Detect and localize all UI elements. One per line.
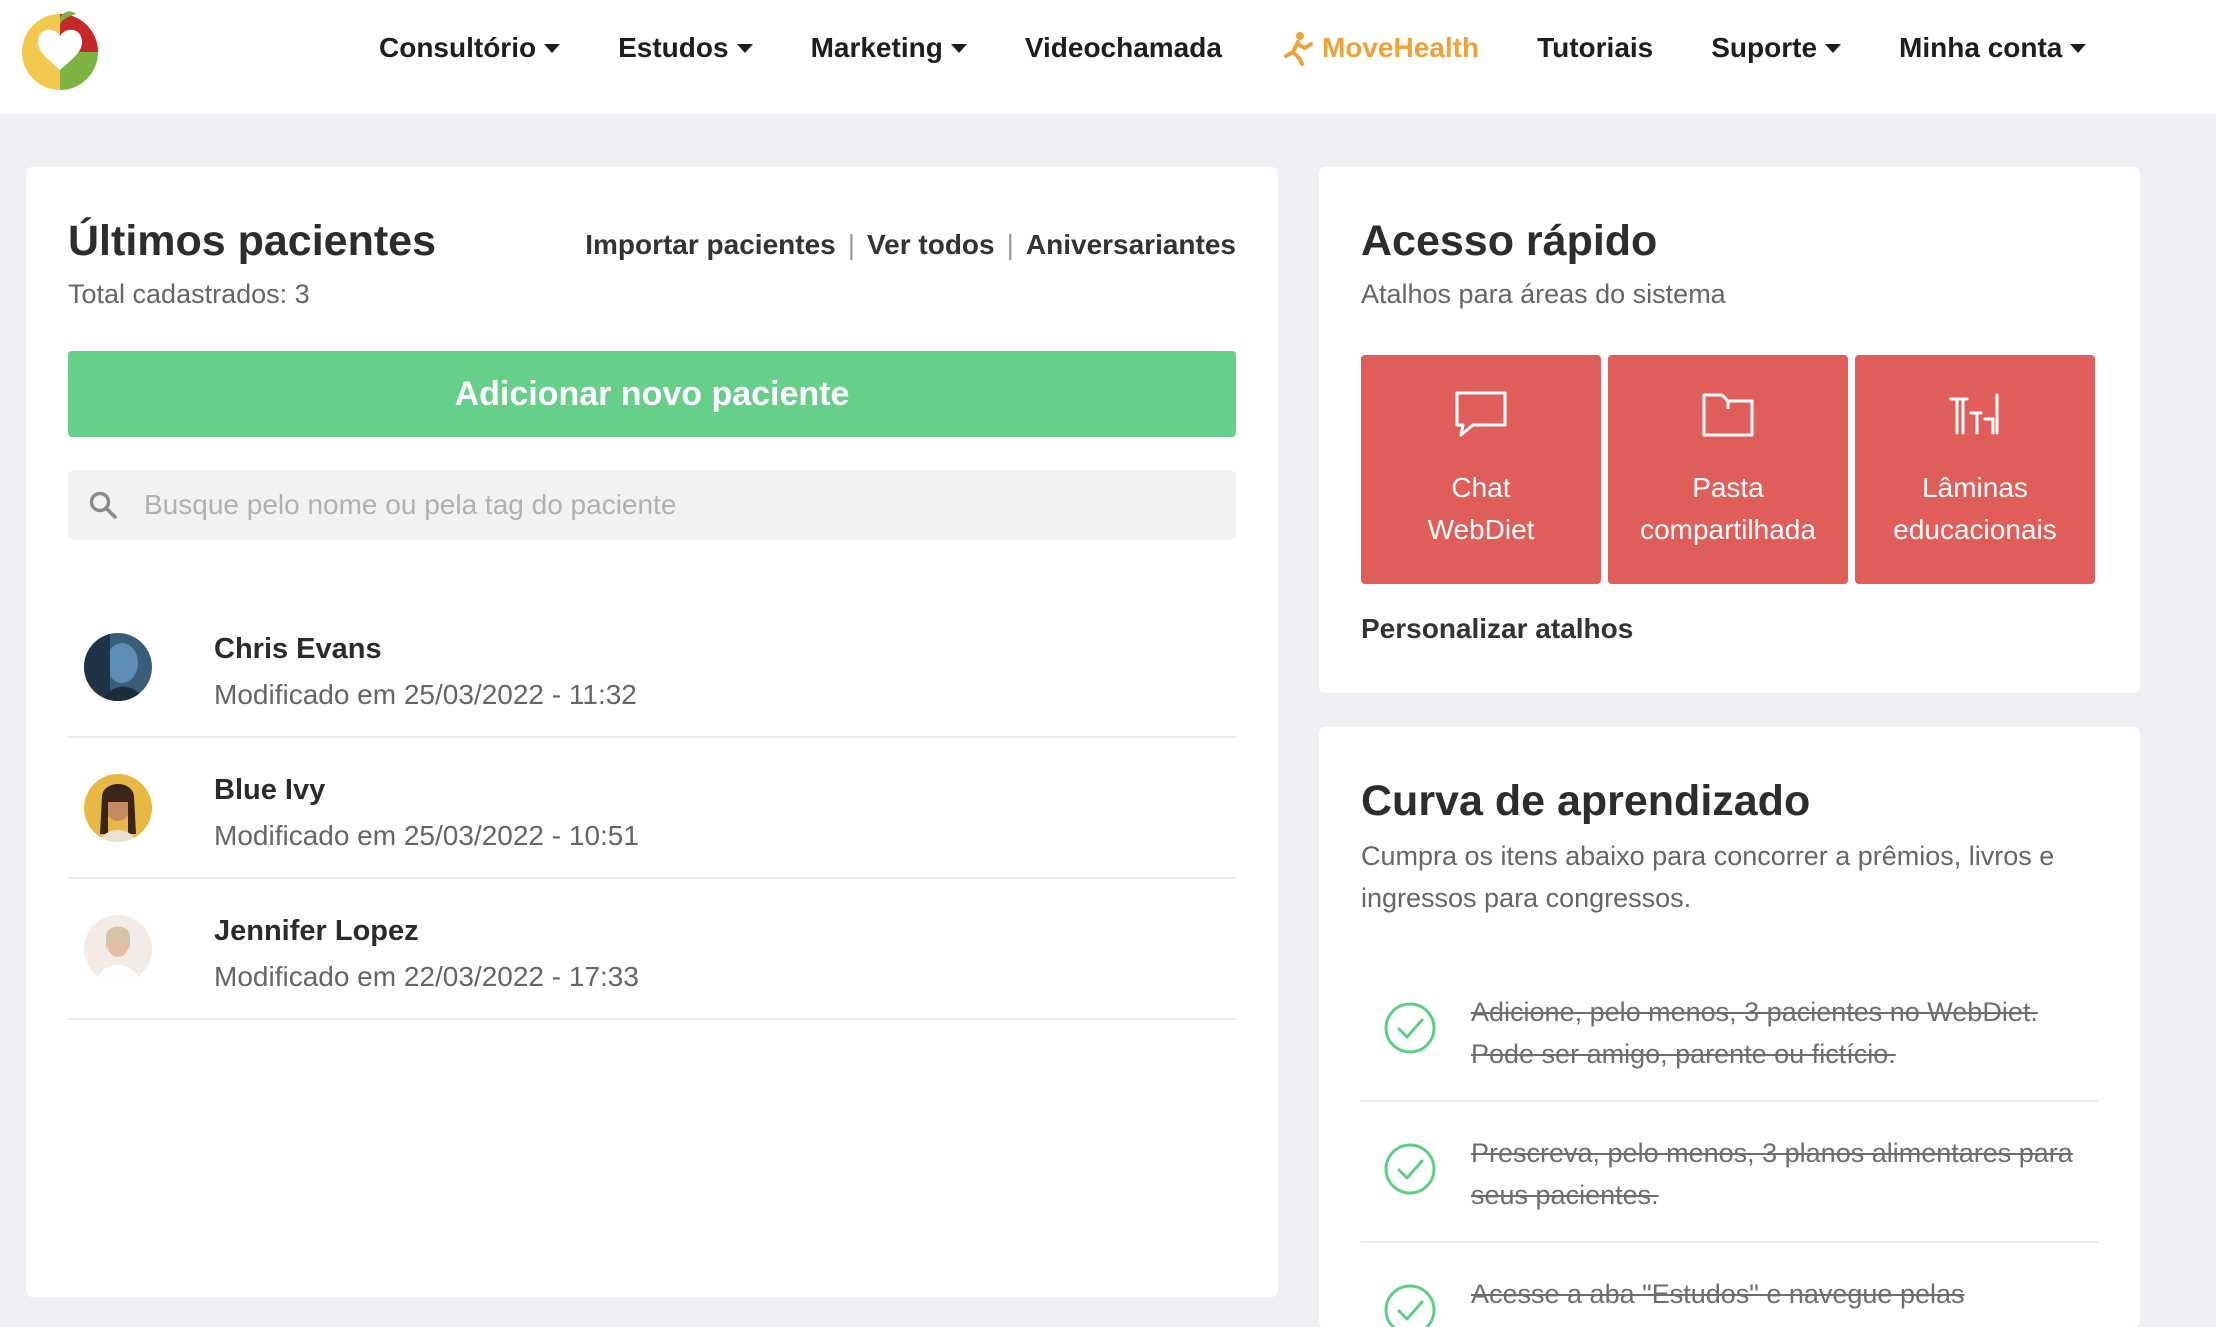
- avatar: [84, 633, 152, 701]
- top-navigation-bar: Consultório Estudos Marketing Videochama…: [0, 0, 2216, 114]
- customize-shortcuts-link[interactable]: Personalizar atalhos: [1361, 613, 1633, 645]
- shortcut-tiles: Chat WebDiet Pasta compartilhada Lâminas…: [1361, 355, 2102, 584]
- shortcut-label-line2: compartilhada: [1640, 514, 1816, 545]
- learning-task-text: Acesse a aba "Estudos" e navegue pelas: [1471, 1279, 1965, 1309]
- nav-tutoriais[interactable]: Tutoriais: [1537, 32, 1653, 64]
- recent-patients-title: Últimos pacientes: [68, 217, 436, 265]
- patient-row[interactable]: Jennifer Lopez Modificado em 22/03/2022 …: [68, 879, 1236, 1020]
- nav-consultorio-label: Consultório: [379, 32, 537, 63]
- patient-name: Jennifer Lopez: [214, 915, 419, 947]
- caret-down-icon: [544, 43, 561, 53]
- learning-task: Prescreva, pelo menos, 3 planos alimenta…: [1361, 1102, 2098, 1243]
- patient-name: Chris Evans: [214, 633, 382, 665]
- learning-task: Acesse a aba "Estudos" e navegue pelas: [1361, 1243, 2098, 1327]
- patients-links: Importar pacientes | Ver todos | Anivers…: [585, 229, 1236, 261]
- shortcut-label-line1: Pasta: [1692, 472, 1764, 503]
- patient-name: Blue Ivy: [214, 774, 326, 806]
- shortcut-chat-webdiet[interactable]: Chat WebDiet: [1361, 355, 1601, 584]
- caret-down-icon: [736, 43, 753, 53]
- shortcut-label: Lâminas educacionais: [1855, 467, 2095, 551]
- learning-task: Adicione, pelo menos, 3 pacientes no Web…: [1361, 961, 2098, 1102]
- birthdays-link[interactable]: Aniversariantes: [1026, 229, 1236, 261]
- add-new-patient-button[interactable]: Adicionar novo paciente: [68, 351, 1236, 437]
- nav-minha-conta-label: Minha conta: [1899, 32, 2063, 63]
- search-icon: [89, 491, 117, 519]
- avatar: [84, 774, 152, 842]
- shortcut-label-line1: Chat: [1451, 472, 1511, 503]
- main-nav: Consultório Estudos Marketing Videochama…: [379, 0, 2087, 96]
- patient-row[interactable]: Blue Ivy Modificado em 25/03/2022 - 10:5…: [68, 738, 1236, 879]
- folder-icon: [1702, 393, 1754, 437]
- nav-estudos-label: Estudos: [618, 32, 729, 63]
- import-patients-link[interactable]: Importar pacientes: [585, 229, 836, 261]
- learning-task-text: Adicione, pelo menos, 3 pacientes no Web…: [1471, 997, 2038, 1069]
- caret-down-icon: [1825, 43, 1842, 53]
- running-person-icon: [1283, 32, 1313, 66]
- nav-movehealth-label: MoveHealth: [1321, 32, 1480, 63]
- recent-patients-card: Últimos pacientes Total cadastrados: 3 I…: [26, 167, 1278, 1297]
- shortcut-educational-slides[interactable]: Lâminas educacionais: [1855, 355, 2095, 584]
- shortcut-label: Chat WebDiet: [1361, 467, 1601, 551]
- shortcut-label-line2: educacionais: [1893, 514, 2057, 545]
- link-separator: |: [847, 229, 856, 260]
- nav-videochamada[interactable]: Videochamada: [1025, 32, 1222, 64]
- check-circle-icon: [1384, 1002, 1436, 1054]
- quick-access-card: Acesso rápido Atalhos para áreas do sist…: [1319, 167, 2140, 693]
- learning-curve-subtitle: Cumpra os itens abaixo para concorrer a …: [1361, 841, 2055, 913]
- learning-curve-title: Curva de aprendizado: [1361, 777, 1811, 825]
- shortcut-shared-folder[interactable]: Pasta compartilhada: [1608, 355, 1848, 584]
- patient-search-input[interactable]: [144, 470, 1214, 540]
- slides-icon: [1949, 393, 1999, 435]
- patient-modified-date: Modificado em 22/03/2022 - 17:33: [214, 961, 639, 992]
- patient-search-box: [68, 470, 1236, 540]
- nav-consultorio[interactable]: Consultório: [379, 32, 561, 64]
- nav-videochamada-label: Videochamada: [1024, 32, 1222, 63]
- check-circle-icon: [1384, 1143, 1436, 1195]
- caret-down-icon: [950, 43, 967, 53]
- shortcut-label-line2: WebDiet: [1427, 514, 1535, 545]
- learning-curve-card: Curva de aprendizado Cumpra os itens aba…: [1319, 727, 2140, 1327]
- link-separator: |: [1006, 229, 1014, 260]
- webdiet-logo-icon[interactable]: [14, 6, 106, 92]
- nav-minha-conta[interactable]: Minha conta: [1899, 32, 2087, 64]
- caret-down-icon: [2070, 43, 2087, 53]
- avatar: [84, 915, 152, 983]
- chat-bubble-icon: [1455, 391, 1507, 437]
- nav-estudos[interactable]: Estudos: [618, 32, 753, 64]
- nav-tutoriais-label: Tutoriais: [1537, 32, 1654, 63]
- patient-row[interactable]: Chris Evans Modificado em 25/03/2022 - 1…: [68, 597, 1236, 738]
- patient-modified-date: Modificado em 25/03/2022 - 10:51: [214, 820, 639, 851]
- patient-modified-date: Modificado em 25/03/2022 - 11:32: [214, 679, 637, 710]
- nav-movehealth[interactable]: MoveHealth: [1280, 30, 1479, 66]
- check-circle-icon: [1384, 1284, 1436, 1327]
- nav-suporte[interactable]: Suporte: [1711, 32, 1842, 64]
- nav-marketing-label: Marketing: [810, 32, 943, 63]
- nav-marketing[interactable]: Marketing: [811, 32, 967, 64]
- shortcut-label-line1: Lâminas: [1922, 472, 2028, 503]
- quick-access-title: Acesso rápido: [1361, 217, 1658, 265]
- nav-suporte-label: Suporte: [1711, 32, 1818, 63]
- view-all-link[interactable]: Ver todos: [867, 229, 995, 261]
- shortcut-label: Pasta compartilhada: [1608, 467, 1848, 551]
- total-registered: Total cadastrados: 3: [68, 279, 310, 309]
- learning-task-text: Prescreva, pelo menos, 3 planos alimenta…: [1471, 1138, 2073, 1210]
- quick-access-subtitle: Atalhos para áreas do sistema: [1361, 279, 1726, 309]
